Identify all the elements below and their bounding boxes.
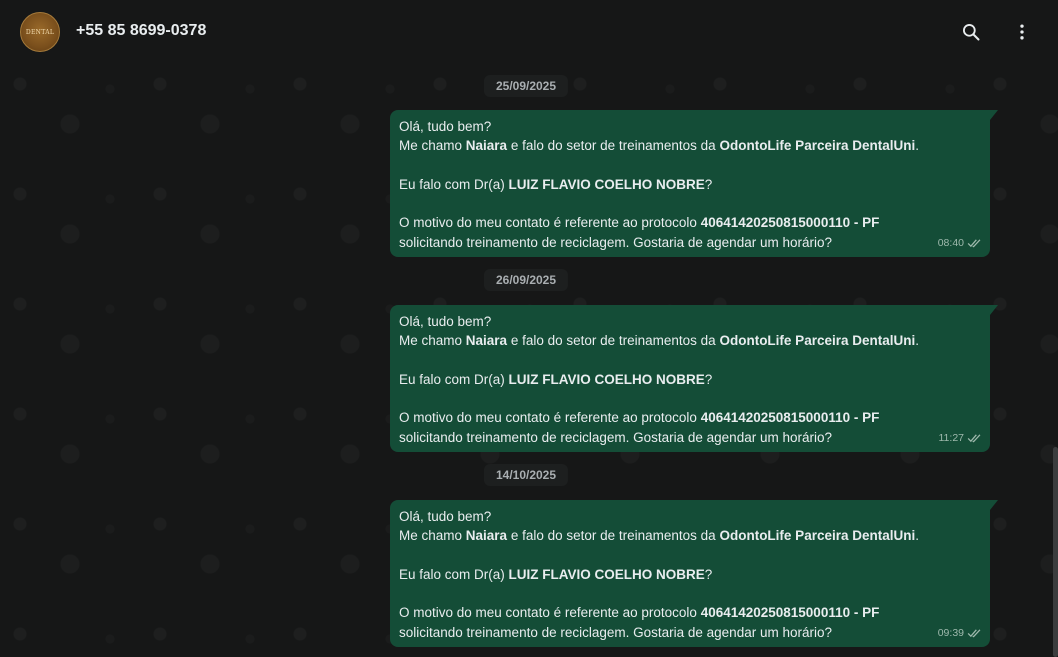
message-blank-line xyxy=(399,546,981,565)
message-line: Eu falo com Dr(a) LUIZ FLAVIO COELHO NOB… xyxy=(399,176,713,192)
message-time: 11:27 xyxy=(938,431,965,444)
message-line: Me chamo Naiara e falo do setor de trein… xyxy=(399,333,920,349)
double-check-icon xyxy=(967,434,981,443)
message-line: Eu falo com Dr(a) LUIZ FLAVIO COELHO NOB… xyxy=(399,371,713,387)
date-separator: 25/09/2025 xyxy=(483,75,569,97)
message-meta: 11:27 xyxy=(939,429,983,448)
message-line: solicitando treinamento de reciclagem. G… xyxy=(399,429,832,445)
message-blank-line xyxy=(399,584,981,603)
message-blank-line xyxy=(399,194,981,213)
message-line: Olá, tudo bem? xyxy=(399,314,492,329)
message-line: Me chamo Naiara e falo do setor de trein… xyxy=(399,528,920,544)
message-bubble[interactable]: Olá, tudo bem? Me chamo Naiara e falo do… xyxy=(390,305,998,452)
double-check-icon xyxy=(967,629,981,638)
search-icon xyxy=(963,24,980,41)
chat-header: DENTAL +55 85 8699-0378 xyxy=(0,0,1058,64)
message-blank-line xyxy=(399,351,981,370)
message-line: Olá, tudo bem? xyxy=(399,119,492,134)
message-blank-line xyxy=(399,156,981,175)
message-line: O motivo do meu contato é referente ao p… xyxy=(399,605,880,621)
message-line: solicitando treinamento de reciclagem. G… xyxy=(399,234,832,250)
scrollbar-thumb[interactable] xyxy=(1053,447,1058,657)
message-line: O motivo do meu contato é referente ao p… xyxy=(399,410,880,426)
avatar-logo-text: DENTAL xyxy=(25,28,55,36)
contact-name[interactable]: +55 85 8699-0378 xyxy=(76,22,206,40)
message-time: 09:39 xyxy=(937,626,964,639)
message-bubble[interactable]: Olá, tudo bem? Me chamo Naiara e falo do… xyxy=(390,110,998,257)
message-meta: 09:39 xyxy=(938,624,982,643)
message-blank-line xyxy=(399,389,981,408)
chat-window: DENTAL +55 85 8699-0378 25/09/2025 Olá, … xyxy=(0,0,1058,657)
message-line: Eu falo com Dr(a) LUIZ FLAVIO COELHO NOB… xyxy=(399,566,713,582)
message-time: 08:40 xyxy=(937,236,964,249)
search-button[interactable] xyxy=(956,17,986,47)
message-bubble[interactable]: Olá, tudo bem? Me chamo Naiara e falo do… xyxy=(390,500,998,647)
date-separator: 14/10/2025 xyxy=(483,464,569,486)
double-check-icon xyxy=(967,239,981,248)
kebab-menu-icon xyxy=(1020,24,1024,40)
menu-button[interactable] xyxy=(1007,17,1037,47)
message-line: solicitando treinamento de reciclagem. G… xyxy=(399,624,832,640)
message-line: O motivo do meu contato é referente ao p… xyxy=(399,215,880,231)
message-list[interactable]: 25/09/2025 Olá, tudo bem? Me chamo Naiar… xyxy=(0,64,1058,657)
message-line: Olá, tudo bem? xyxy=(399,509,492,524)
message-line: Me chamo Naiara e falo do setor de trein… xyxy=(399,138,920,154)
date-separator: 26/09/2025 xyxy=(483,269,569,291)
avatar[interactable]: DENTAL xyxy=(20,12,60,52)
message-meta: 08:40 xyxy=(938,234,982,253)
